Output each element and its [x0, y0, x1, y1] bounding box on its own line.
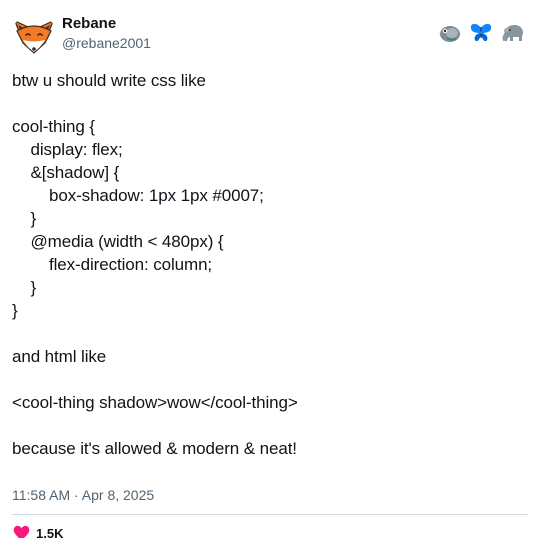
handle[interactable]: @rebane2001 — [62, 34, 151, 52]
like-count: 1.5K — [36, 525, 64, 538]
divider — [12, 514, 528, 515]
heart-icon — [13, 525, 30, 538]
post-timestamp[interactable]: 11:58 AM · Apr 8, 2025 — [12, 486, 527, 504]
post-text-line — [12, 92, 527, 115]
display-name[interactable]: Rebane — [62, 14, 151, 33]
post-text-line: box-shadow: 1px 1px #0007; — [12, 186, 264, 205]
post-text-line: flex-direction: column; — [12, 255, 213, 274]
post-text-line: @media (width < 480px) { — [12, 232, 224, 251]
post-text: btw u should write css like cool-thing {… — [12, 69, 527, 460]
elephant-icon[interactable] — [501, 22, 525, 44]
post-text-line — [12, 414, 527, 437]
author-info: Rebane @rebane2001 — [62, 14, 151, 52]
post-text-line: &[shadow] { — [12, 163, 120, 182]
butterfly-icon[interactable] — [469, 22, 493, 44]
post-text-line — [12, 368, 527, 391]
post-text-line: <cool-thing shadow>wow</cool-thing> — [12, 393, 298, 412]
fox-face-icon — [12, 13, 56, 57]
post-text-line: display: flex; — [12, 140, 123, 159]
post-text-line: because it's allowed & modern & neat! — [12, 439, 297, 458]
post-text-line — [12, 322, 527, 345]
post-text-line: and html like — [12, 347, 107, 366]
post-text-line: } — [12, 278, 37, 297]
post-text-line: cool-thing { — [12, 117, 95, 136]
pigeon-icon[interactable] — [437, 22, 461, 44]
platform-icons — [437, 22, 525, 44]
post-text-line: } — [12, 209, 37, 228]
post-text-line: } — [12, 301, 18, 320]
post-text-line: btw u should write css like — [12, 71, 206, 90]
like-count-button[interactable]: 1.5K — [12, 525, 527, 538]
avatar[interactable] — [12, 13, 56, 57]
post-card: Rebane @rebane2001 btw u should write cs… — [0, 0, 539, 538]
